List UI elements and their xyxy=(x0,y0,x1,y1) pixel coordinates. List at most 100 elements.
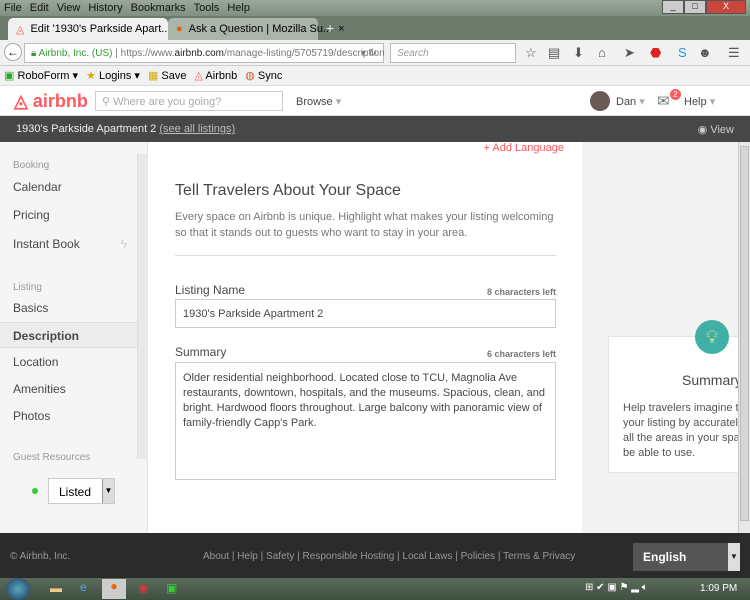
listing-status-select[interactable]: Listed ▼ xyxy=(48,478,115,504)
sidebar-item-pricing[interactable]: Pricing xyxy=(0,202,137,228)
menu-tools[interactable]: Tools xyxy=(190,1,224,15)
browse-label: Browse xyxy=(296,96,333,108)
nav-bar: ← 🔒︎ Airbnb, Inc. (US) | https://www.air… xyxy=(0,40,750,66)
roboform-icon: ▣ xyxy=(4,70,15,82)
chat-icon[interactable]: ☻ xyxy=(698,45,712,60)
download-icon[interactable]: ⬇ xyxy=(573,45,584,61)
maximize-button[interactable]: □ xyxy=(684,0,706,14)
close-tab-icon[interactable]: × xyxy=(338,23,344,35)
star-icon[interactable]: ☆ xyxy=(525,45,537,61)
lightbulb-icon: 💡︎ xyxy=(695,320,729,354)
taskbar: ▬ e ● ◉ ▣ ⊞ ✔ ▣ ⚑ ▂ 🔈︎ 1:09 PM xyxy=(0,578,750,600)
bookmark-sync[interactable]: ◍ Sync xyxy=(245,69,282,82)
tab-ask-question[interactable]: ● Ask a Question | Mozilla Su... × xyxy=(168,18,345,40)
sidebar-item-instant-book[interactable]: Instant Book ϟ xyxy=(0,231,137,257)
sidebar-item-photos[interactable]: Photos xyxy=(0,403,137,429)
view-label: View xyxy=(710,124,734,136)
destination-search-input[interactable]: ⚲ Where are you going? xyxy=(95,91,283,111)
sidebar-item-location[interactable]: Location xyxy=(0,349,137,375)
avatar[interactable] xyxy=(590,91,610,111)
roboform-taskbar-icon[interactable]: ▣ xyxy=(166,581,177,595)
language-value: English xyxy=(643,550,687,564)
summary-textarea[interactable]: Older residential neighborhood. Located … xyxy=(175,362,556,480)
footer-links: About | Help | Safety | Responsible Host… xyxy=(203,551,576,562)
view-link[interactable]: ◉ View xyxy=(698,123,734,136)
bookmarks-bar: ▣ RoboForm ▾ ★ Logins ▾ ▦ Save ◬ Airbnb … xyxy=(0,66,750,86)
menu-view[interactable]: View xyxy=(53,1,85,15)
skype-icon[interactable]: S xyxy=(678,45,687,60)
bookmark-label: Logins xyxy=(98,70,132,82)
tab-strip: ◬ Edit '1930's Parkside Apart... × ● Ask a … xyxy=(0,16,750,40)
bookmark-airbnb[interactable]: ◬ Airbnb xyxy=(195,69,238,82)
clipboard-icon[interactable]: ▤ xyxy=(548,45,560,61)
footer-link-terms[interactable]: Terms & Privacy xyxy=(503,551,575,562)
sidebar-item-amenities[interactable]: Amenities xyxy=(0,376,137,402)
listing-heading: Listing xyxy=(13,282,42,293)
ie-icon[interactable]: e xyxy=(80,580,87,594)
chrome-icon[interactable]: ◉ xyxy=(138,581,148,595)
star-icon: ★ xyxy=(86,70,96,82)
footer-link-responsible-hosting[interactable]: Responsible Hosting xyxy=(303,551,395,562)
messages-icon[interactable]: ✉ xyxy=(657,92,670,110)
search-icon: ⚲ xyxy=(102,96,111,108)
status-dot xyxy=(32,488,38,494)
airbnb-icon: ◬ xyxy=(16,23,25,36)
footer-link-local-laws[interactable]: Local Laws xyxy=(402,551,452,562)
home-icon[interactable]: ⌂ xyxy=(598,45,606,60)
menu-help[interactable]: Help xyxy=(223,1,254,15)
menu-history[interactable]: History xyxy=(84,1,126,15)
page-scrollbar[interactable] xyxy=(738,142,750,533)
bookmark-label: Save xyxy=(161,70,187,82)
airbnb-logo[interactable]: ◬ airbnb xyxy=(14,91,88,112)
footer-link-about[interactable]: About xyxy=(203,551,229,562)
user-menu[interactable]: Dan ▾ xyxy=(616,95,645,108)
see-all-listings-link[interactable]: (see all listings) xyxy=(159,123,235,135)
footer-link-safety[interactable]: Safety xyxy=(266,551,294,562)
close-window-button[interactable]: X xyxy=(706,0,746,14)
browser-search-input[interactable]: Search xyxy=(390,43,516,63)
scrollbar-thumb[interactable] xyxy=(740,146,749,521)
firefox-taskbar-icon[interactable]: ● xyxy=(102,579,126,599)
url-bar[interactable]: 🔒︎ Airbnb, Inc. (US) | https://www.airbn… xyxy=(24,43,385,63)
bookmark-logins[interactable]: ★ Logins ▾ xyxy=(86,69,140,82)
chevron-down-icon: ▼ xyxy=(728,543,740,571)
sidebar-item-basics[interactable]: Basics xyxy=(0,295,137,321)
reload-icon[interactable]: ▾ ↻ xyxy=(361,48,377,59)
listing-name-input[interactable]: 1930's Parkside Apartment 2 xyxy=(175,299,556,328)
menu-bar: File Edit View History Bookmarks Tools Help xyxy=(0,0,750,16)
page-title: Tell Travelers About Your Space xyxy=(175,182,401,199)
tab-label: Edit '1930's Parkside Apart... xyxy=(30,23,171,35)
new-tab-button[interactable]: + xyxy=(326,20,334,36)
bookmark-label: Airbnb xyxy=(205,70,238,82)
menu-edit[interactable]: Edit xyxy=(26,1,53,15)
add-language-button[interactable]: + Add Language xyxy=(484,142,564,154)
menu-bookmarks[interactable]: Bookmarks xyxy=(127,1,190,15)
menu-file[interactable]: File xyxy=(0,1,26,15)
language-select[interactable]: English ▼ xyxy=(633,543,740,571)
minimize-button[interactable]: _ xyxy=(662,0,684,14)
sidebar-scrollbar[interactable] xyxy=(137,154,148,459)
tab-label: Ask a Question | Mozilla Su... xyxy=(188,23,333,35)
start-button[interactable] xyxy=(6,578,30,600)
hamburger-menu-icon[interactable]: ☰ xyxy=(728,45,740,61)
help-menu[interactable]: Help ▾ xyxy=(684,95,715,108)
clock[interactable]: 1:09 PM xyxy=(700,583,737,594)
adblock-icon[interactable]: ⬣ xyxy=(650,45,661,61)
tip-text: Help travelers imagine the your listing … xyxy=(623,402,750,459)
browse-menu[interactable]: Browse ▾ xyxy=(296,95,341,108)
explorer-icon[interactable]: ▬ xyxy=(50,581,62,595)
footer-link-help[interactable]: Help xyxy=(237,551,258,562)
back-button[interactable]: ← xyxy=(4,43,22,61)
send-icon[interactable]: ➤ xyxy=(624,45,635,61)
bookmark-roboform[interactable]: ▣ RoboForm ▾ xyxy=(4,69,78,82)
tab-edit-listing[interactable]: ◬Edit '1930's Parkside Apart...× xyxy=(8,18,183,40)
sidebar-item-calendar[interactable]: Calendar xyxy=(0,174,137,200)
listing-bar: 1930's Parkside Apartment 2 (see all lis… xyxy=(0,116,750,142)
footer-link-policies[interactable]: Policies xyxy=(461,551,495,562)
user-name: Dan xyxy=(616,96,637,108)
bookmark-save[interactable]: ▦ Save xyxy=(148,69,187,82)
messages-badge: 2 xyxy=(670,89,681,100)
sidebar-item-description[interactable]: Description xyxy=(0,322,137,348)
site-identity: Airbnb, Inc. (US) xyxy=(38,48,113,59)
tray-icons[interactable]: ⊞ ✔ ▣ ⚑ ▂ 🔈︎ xyxy=(585,582,648,593)
